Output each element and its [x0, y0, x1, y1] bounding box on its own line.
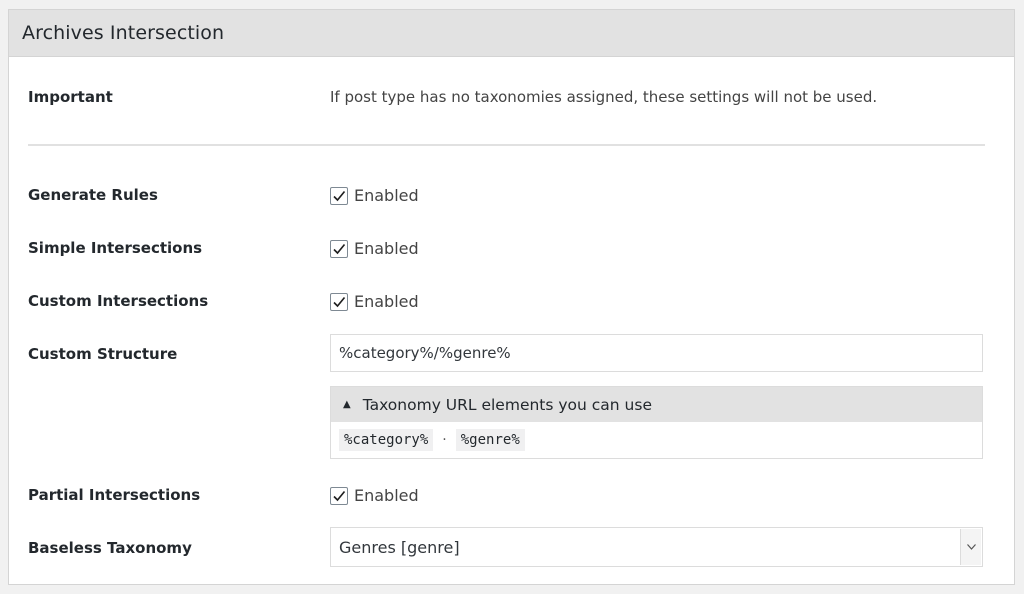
archives-intersection-panel: Archives Intersection Important If post … — [8, 9, 1015, 585]
taxonomy-elements-toggle[interactable]: ▲ Taxonomy URL elements you can use — [331, 387, 982, 422]
generate-rules-checkbox[interactable]: Enabled — [330, 186, 419, 205]
taxonomy-element-separator: · — [442, 432, 447, 448]
taxonomy-elements-list: %category% · %genre% — [331, 422, 982, 458]
custom-intersections-checkbox-label: Enabled — [354, 292, 419, 311]
simple-intersections-checkbox[interactable]: Enabled — [330, 239, 419, 258]
simple-intersections-checkbox-label: Enabled — [354, 239, 419, 258]
taxonomy-element-genre: %genre% — [455, 429, 525, 451]
important-label: Important — [28, 88, 113, 106]
checkbox-checked-icon[interactable] — [330, 239, 348, 258]
important-text: If post type has no taxonomies assigned,… — [330, 88, 878, 106]
taxonomy-elements-box: ▲ Taxonomy URL elements you can use %cat… — [330, 386, 983, 459]
panel-header: Archives Intersection — [9, 10, 1014, 57]
checkbox-checked-icon[interactable] — [330, 186, 348, 205]
partial-intersections-label: Partial Intersections — [28, 486, 201, 504]
custom-structure-label: Custom Structure — [28, 345, 178, 363]
partial-intersections-checkbox[interactable]: Enabled — [330, 486, 419, 505]
simple-intersections-label: Simple Intersections — [28, 239, 203, 257]
baseless-taxonomy-row: Baseless Taxonomy Genres [genre] — [28, 527, 985, 567]
panel-title: Archives Intersection — [22, 22, 225, 44]
custom-structure-input[interactable] — [330, 334, 983, 372]
baseless-taxonomy-select[interactable]: Genres [genre] — [330, 527, 983, 567]
partial-intersections-checkbox-label: Enabled — [354, 486, 419, 505]
section-divider — [28, 144, 985, 146]
custom-structure-row: Custom Structure — [28, 334, 985, 374]
taxonomy-element-category: %category% — [339, 429, 434, 451]
triangle-up-icon: ▲ — [343, 399, 351, 410]
checkbox-checked-icon[interactable] — [330, 486, 348, 505]
chevron-down-icon[interactable] — [960, 529, 981, 565]
taxonomy-elements-row: ▲ Taxonomy URL elements you can use %cat… — [28, 386, 985, 459]
baseless-taxonomy-selected: Genres [genre] — [339, 537, 460, 557]
generate-rules-checkbox-label: Enabled — [354, 186, 419, 205]
baseless-taxonomy-label: Baseless Taxonomy — [28, 539, 192, 557]
custom-intersections-label: Custom Intersections — [28, 292, 209, 310]
generate-rules-label: Generate Rules — [28, 186, 158, 204]
taxonomy-elements-toggle-label: Taxonomy URL elements you can use — [362, 395, 652, 414]
checkbox-checked-icon[interactable] — [330, 292, 348, 311]
custom-intersections-checkbox[interactable]: Enabled — [330, 292, 419, 311]
